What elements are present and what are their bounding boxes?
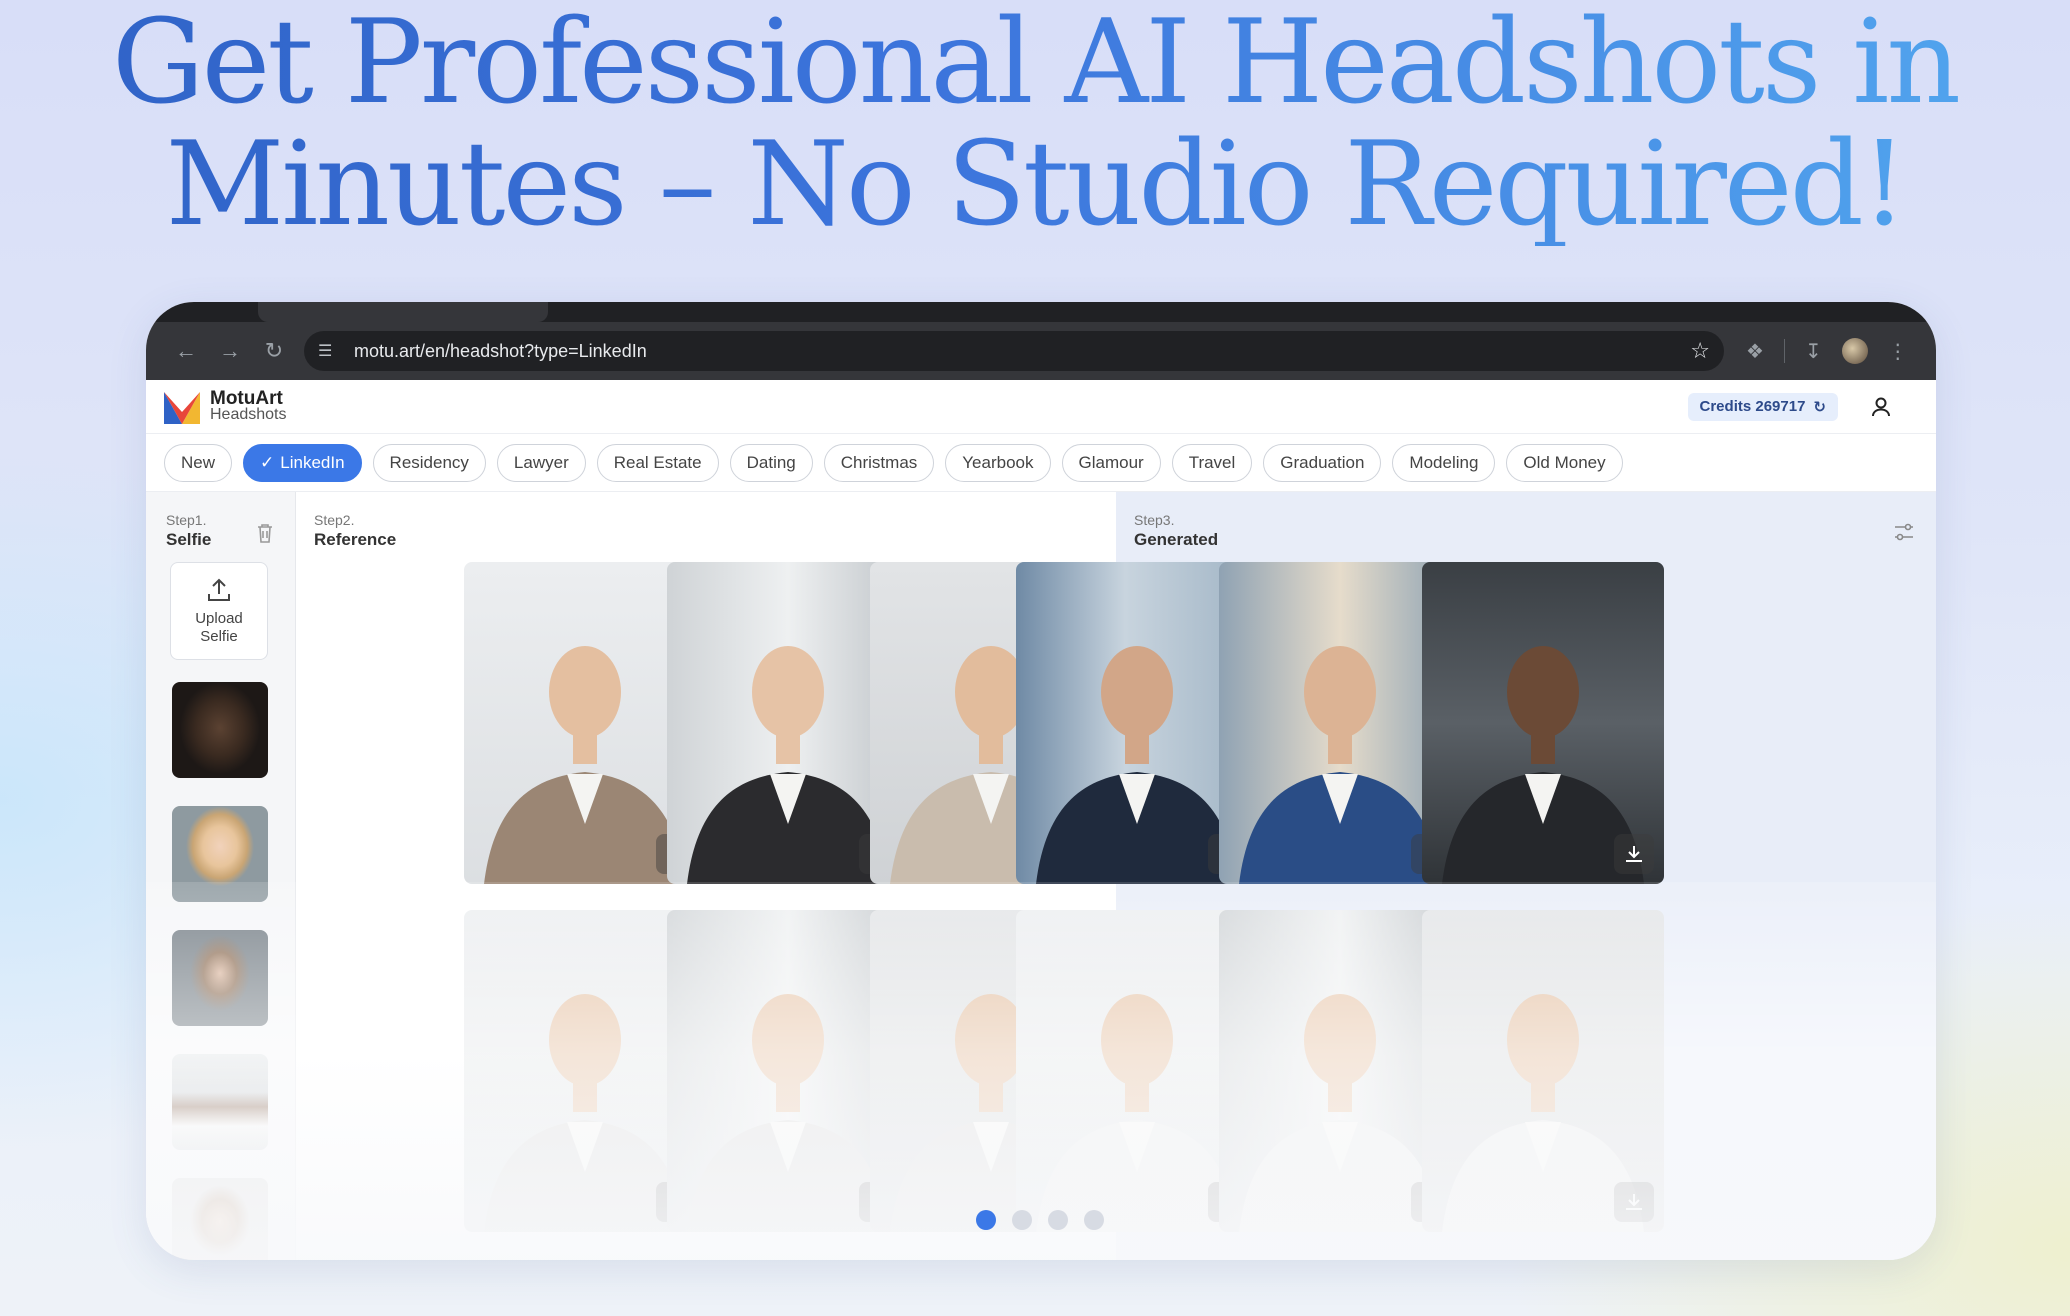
profile-avatar[interactable] [1841, 338, 1868, 364]
generated-step-label: Step3. [1134, 512, 1175, 528]
app-header: MotuArt Headshots Credits 269717 ↻ [146, 380, 1936, 434]
headline-line-2: Minutes – No Studio Required! [165, 117, 1905, 252]
user-icon[interactable] [1870, 396, 1892, 418]
carousel-dot[interactable] [1012, 1210, 1032, 1230]
category-chip-real-estate[interactable]: Real Estate [596, 443, 719, 482]
category-chip-yearbook[interactable]: Yearbook [945, 443, 1051, 482]
category-chip-christmas[interactable]: Christmas [823, 443, 935, 482]
category-chips: New ✓ LinkedIn Residency Lawyer Real Estate Da… [146, 434, 1936, 492]
selfie-thumbnail[interactable] [172, 930, 268, 1026]
workspace: Step1. Selfie Upload Selfie Step2. Refer… [146, 492, 1936, 1260]
download-image-icon[interactable] [1614, 1182, 1654, 1222]
selfie-thumbnail[interactable] [172, 1054, 268, 1150]
category-chip-linkedin[interactable]: ✓ LinkedIn [243, 443, 362, 482]
trash-icon[interactable] [254, 522, 276, 544]
chip-label: Residency [389, 452, 469, 472]
generated-step-title: Generated [1134, 530, 1219, 549]
generated-image-card[interactable] [1422, 562, 1664, 884]
chip-label: Dating [746, 452, 796, 472]
tab-strip [146, 302, 1936, 322]
chip-label: Lawyer [513, 452, 569, 472]
site-info-icon[interactable]: ☰ [318, 341, 344, 361]
category-chip-travel[interactable]: Travel [1171, 443, 1253, 482]
chip-label: Travel [1188, 452, 1236, 472]
filter-settings-icon[interactable] [1892, 520, 1916, 544]
category-chip-old-money[interactable]: Old Money [1506, 443, 1623, 482]
motuart-logo-icon [164, 391, 200, 424]
reload-icon[interactable]: ↻ [252, 331, 296, 371]
selfie-column: Step1. Selfie Upload Selfie [146, 492, 296, 1260]
category-chip-dating[interactable]: Dating [729, 443, 813, 482]
forward-icon[interactable]: → [208, 331, 252, 371]
selfie-thumbnail[interactable] [172, 1178, 268, 1260]
upload-label-1: Upload [195, 610, 243, 627]
chip-label: Old Money [1523, 452, 1606, 472]
carousel-dots [976, 1210, 1104, 1230]
download-image-icon[interactable] [1614, 834, 1654, 874]
address-bar[interactable]: ☰ motu.art/en/headshot?type=LinkedIn ☆ [304, 331, 1724, 371]
menu-icon[interactable]: ⋮ [1888, 339, 1908, 364]
chip-label: Modeling [1409, 452, 1479, 472]
browser-window: ← → ↻ ☰ motu.art/en/headshot?type=Linked… [146, 302, 1936, 1260]
category-chip-lawyer[interactable]: Lawyer [496, 443, 586, 482]
chip-label: Christmas [840, 452, 918, 472]
selfie-step-label: Step1. [166, 512, 207, 528]
chip-label: LinkedIn [280, 452, 345, 472]
category-chip-residency[interactable]: Residency [372, 443, 486, 482]
selfie-thumbnail[interactable] [172, 806, 268, 902]
carousel-dot[interactable] [1084, 1210, 1104, 1230]
download-icon[interactable]: ↧ [1805, 339, 1822, 364]
toolbar-divider [1783, 339, 1785, 363]
refresh-icon[interactable]: ↻ [1813, 398, 1826, 416]
chip-label: New [181, 452, 216, 472]
bookmark-star-icon[interactable]: ☆ [1690, 338, 1710, 364]
brand[interactable]: MotuArt Headshots [210, 387, 287, 423]
selfie-step-title: Selfie [166, 530, 212, 549]
browser-toolbar: ← → ↻ ☰ motu.art/en/headshot?type=Linked… [146, 322, 1936, 380]
brand-sub: Headshots [210, 405, 287, 423]
credits-badge[interactable]: Credits 269717 ↻ [1687, 392, 1838, 421]
chip-label: Glamour [1078, 452, 1144, 472]
upload-label-2: Selfie [200, 628, 238, 645]
carousel-dot[interactable] [976, 1210, 996, 1230]
generated-image-card[interactable] [1422, 910, 1664, 1232]
chip-label: Yearbook [962, 452, 1034, 472]
chip-label: Graduation [1280, 452, 1365, 472]
upload-icon [208, 578, 230, 601]
headline-line-1: Get Professional AI Headshots in [111, 0, 1959, 130]
category-chip-glamour[interactable]: Glamour [1061, 443, 1161, 482]
browser-tab[interactable] [258, 302, 548, 322]
reference-step-label: Step2. [314, 512, 355, 528]
chip-label: Real Estate [613, 452, 702, 472]
hero-headline: Get Professional AI Headshots in Minutes… [0, 0, 2070, 246]
url-text[interactable]: motu.art/en/headshot?type=LinkedIn [354, 341, 1690, 362]
category-chip-new[interactable]: New [164, 443, 233, 482]
reference-step-title: Reference [314, 530, 397, 549]
category-chip-graduation[interactable]: Graduation [1263, 443, 1382, 482]
carousel-dot[interactable] [1048, 1210, 1068, 1230]
upload-selfie-button[interactable]: Upload Selfie [170, 562, 268, 660]
brand-name: MotuArt [210, 387, 283, 409]
category-chip-modeling[interactable]: Modeling [1392, 443, 1496, 482]
selfie-thumbnail[interactable] [172, 682, 268, 778]
back-icon[interactable]: ← [164, 331, 208, 371]
credits-label: Credits 269717 [1699, 398, 1806, 415]
extensions-icon[interactable]: ❖ [1746, 339, 1764, 364]
check-icon: ✓ [260, 452, 275, 472]
